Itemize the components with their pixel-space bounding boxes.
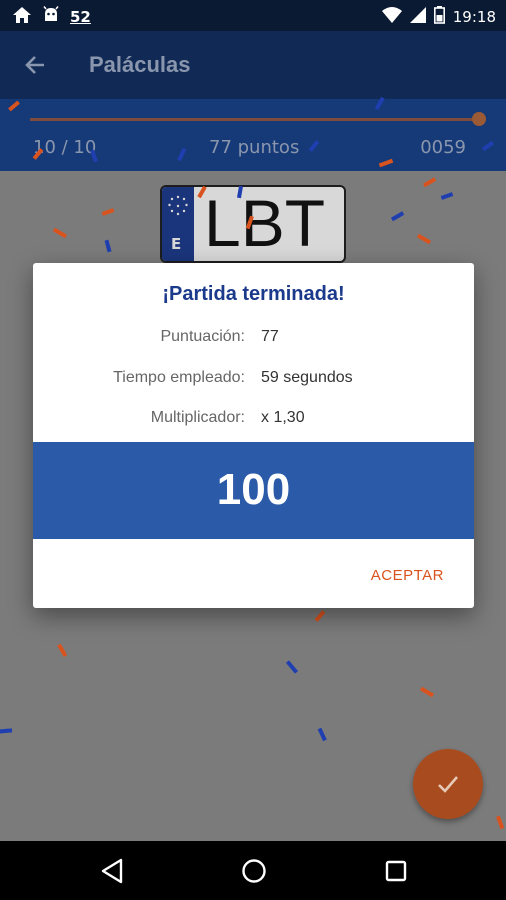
android-icon <box>42 6 60 28</box>
nav-recent-icon[interactable] <box>385 860 407 886</box>
battery-icon <box>433 6 445 28</box>
nav-home-icon[interactable] <box>241 858 267 888</box>
clock: 19:18 <box>452 8 496 26</box>
license-plate: E LBT <box>160 185 346 263</box>
nav-back-icon[interactable] <box>100 858 124 888</box>
final-score: 100 <box>216 465 291 514</box>
score-value: 77 <box>261 328 279 345</box>
arrow-left-icon[interactable] <box>22 51 50 79</box>
multiplier-row: Multiplicador: x 1,30 <box>33 409 474 431</box>
home-icon <box>12 6 32 28</box>
navigation-bar <box>0 841 506 900</box>
question-counter: 10 / 10 <box>33 137 97 158</box>
time-row: Tiempo empleado: 59 segundos <box>33 369 474 391</box>
time-value: 59 segundos <box>261 369 353 386</box>
accept-button[interactable]: ACEPTAR <box>371 567 444 584</box>
notification-count: 52 <box>70 8 91 26</box>
plate-text: LBT <box>204 186 326 260</box>
progress-panel: 10 / 10 77 puntos 0059 <box>0 99 506 171</box>
multiplier-label: Multiplicador: <box>150 409 245 426</box>
confirm-fab[interactable] <box>413 749 483 819</box>
game-over-dialog: ¡Partida terminada! Puntuación: 77 Tiemp… <box>33 263 474 608</box>
score-label: Puntuación: <box>160 328 245 345</box>
time-label: Tiempo empleado: <box>113 369 245 386</box>
eu-stars-icon <box>168 195 188 216</box>
final-score-banner: 100 <box>33 442 474 539</box>
check-icon <box>438 776 458 793</box>
score-row: Puntuación: 77 <box>33 328 474 350</box>
progress-track <box>30 118 478 121</box>
dialog-title: ¡Partida terminada! <box>162 283 345 305</box>
wifi-icon <box>381 7 402 27</box>
signal-icon <box>409 7 426 27</box>
points-label: 77 puntos <box>209 137 300 158</box>
timer-label: 0059 <box>420 137 466 158</box>
plate-country: E <box>171 235 182 253</box>
status-bar: 52 19:18 <box>0 0 506 31</box>
multiplier-value: x 1,30 <box>261 409 305 426</box>
eu-band: E <box>162 187 194 261</box>
page-title: Paláculas <box>89 52 191 77</box>
progress-knob <box>472 112 486 126</box>
app-bar: Paláculas <box>0 31 506 99</box>
